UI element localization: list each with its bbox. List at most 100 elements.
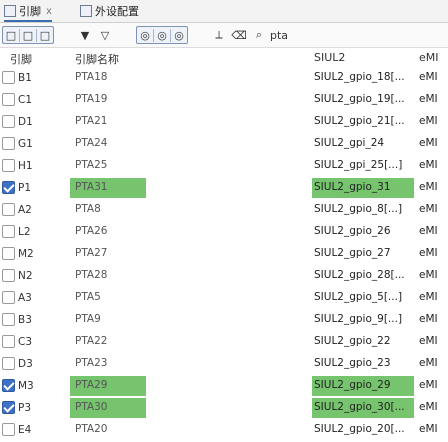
emi-function[interactable]: eMI [419,137,447,149]
table-row[interactable]: P1 PTA31 SIUL2_gpio_31 eMI [0,178,448,200]
emi-function[interactable]: eMI [419,181,447,193]
table-row[interactable]: C1 PTA19 SIUL2_gpio_19[... eMI [0,90,448,112]
pin-checkbox[interactable] [2,71,15,84]
pin-checkbox[interactable] [2,159,15,172]
clear-icon[interactable]: ⌫ [230,26,248,44]
tab-pins[interactable]: 引脚 x [4,2,52,22]
table-row[interactable]: A3 PTA5 SIUL2_gpio_5[...] eMI [0,288,448,310]
emi-function[interactable]: eMI [419,357,447,369]
pin-label: B3 [18,313,32,326]
route-toggle-group[interactable]: ◎ ◎ ◎ [136,26,188,44]
emi-function[interactable]: eMI [419,159,447,171]
pin-label: P3 [18,401,32,414]
pin-checkbox[interactable] [2,379,15,392]
pin-cell: B3 [2,313,42,326]
siul2-function[interactable]: SIUL2_gpio_9[...] [314,313,414,325]
siul2-function[interactable]: SIUL2_gpio_19[... [314,93,414,105]
emi-function[interactable]: eMI [419,269,447,281]
emi-function[interactable]: eMI [419,313,447,325]
table-row[interactable]: A2 PTA8 SIUL2_gpio_8[...] eMI [0,200,448,222]
table-row[interactable]: B3 PTA9 SIUL2_gpio_9[...] eMI [0,310,448,332]
pin-name: PTA23 [75,357,108,369]
siul2-function[interactable]: SIUL2_gpio_23 [314,357,414,369]
pin-name: PTA27 [75,247,108,259]
emi-function[interactable]: eMI [419,71,447,83]
emi-function[interactable]: eMI [419,335,447,347]
pin-name: PTA24 [75,137,108,149]
emi-function[interactable]: eMI [419,423,447,435]
siul2-function[interactable]: SIUL2_gpio_27 [314,247,414,259]
pin-checkbox[interactable] [2,93,15,106]
pin-cell: C1 [2,93,42,106]
close-icon[interactable]: x [46,6,52,17]
table-row[interactable]: G1 PTA24 SIUL2_gpi_24 eMI [0,134,448,156]
pin-checkbox[interactable] [2,313,15,326]
siul2-function[interactable]: SIUL2_gpi_24 [314,137,414,149]
column-pin-name[interactable]: 引脚名称 [75,51,119,67]
siul2-function[interactable]: SIUL2_gpio_29 [314,379,414,391]
column-pin[interactable]: 引脚 [10,51,32,67]
siul2-function[interactable]: SIUL2_gpio_31 [314,181,414,193]
siul2-function[interactable]: SIUL2_gpio_20[... [314,423,414,435]
pin-checkbox[interactable] [2,247,15,260]
siul2-function[interactable]: SIUL2_gpio_28[... [314,269,414,281]
emi-function[interactable]: eMI [419,291,447,303]
pin-name: PTA21 [75,115,108,127]
pin-checkbox[interactable] [2,401,15,414]
siul2-function[interactable]: SIUL2_gpio_26 [314,225,414,237]
siul2-function[interactable]: SIUL2_gpio_22 [314,335,414,347]
table-row[interactable]: L2 PTA26 SIUL2_gpio_26 eMI [0,222,448,244]
pin-checkbox[interactable] [2,115,15,128]
peripheral-icon [80,5,92,17]
emi-function[interactable]: eMI [419,115,447,127]
table-row[interactable]: D1 PTA21 SIUL2_gpio_21[... eMI [0,112,448,134]
pin-checkbox[interactable] [2,137,15,150]
emi-function[interactable]: eMI [419,401,447,413]
emi-function[interactable]: eMI [419,225,447,237]
column-siul2[interactable]: SIUL2 [314,51,345,64]
table-row[interactable]: M2 PTA27 SIUL2_gpio_27 eMI [0,244,448,266]
siul2-function[interactable]: SIUL2_gpi_25[...] [314,159,414,171]
pin-icon[interactable]: ⟂ [210,26,228,44]
siul2-function[interactable]: SIUL2_gpio_8[...] [314,203,414,215]
toolbar: □ □ □ ▼ ▽ ◎ ◎ ◎ ⟂ ⌫ ⌕ pta [0,23,448,48]
table-row[interactable]: H1 PTA25 SIUL2_gpi_25[...] eMI [0,156,448,178]
column-emi[interactable]: eMI [419,51,439,64]
view-toggle-group[interactable]: □ □ □ [2,26,54,44]
pin-table-icon [4,5,16,17]
tab-label: 外设配置 [95,5,139,18]
table-row[interactable]: M3 PTA29 SIUL2_gpio_29 eMI [0,376,448,398]
emi-function[interactable]: eMI [419,247,447,259]
table-row[interactable]: C3 PTA22 SIUL2_gpio_22 eMI [0,332,448,354]
pin-checkbox[interactable] [2,335,15,348]
siul2-function[interactable]: SIUL2_gpio_5[...] [314,291,414,303]
pin-name: PTA30 [75,401,108,413]
siul2-function[interactable]: SIUL2_gpio_21[... [314,115,414,127]
tab-peripheral[interactable]: 外设配置 [80,2,139,20]
emi-function[interactable]: eMI [419,379,447,391]
pin-cell: L2 [2,225,42,238]
pin-checkbox[interactable] [2,357,15,370]
pin-checkbox[interactable] [2,269,15,282]
siul2-function[interactable]: SIUL2_gpio_18[... [314,71,414,83]
table-row[interactable]: B1 PTA18 SIUL2_gpio_18[... eMI [0,68,448,90]
emi-function[interactable]: eMI [419,203,447,215]
pin-cell: M2 [2,247,42,260]
table-row[interactable]: P3 PTA30 SIUL2_gpio_30[... eMI [0,398,448,420]
table-row[interactable]: N2 PTA28 SIUL2_gpio_28[... eMI [0,266,448,288]
table-row[interactable]: D3 PTA23 SIUL2_gpio_23 eMI [0,354,448,376]
pin-checkbox[interactable] [2,225,15,238]
pin-checkbox[interactable] [2,181,15,194]
pin-checkbox[interactable] [2,291,15,304]
filter-clear-icon[interactable]: ▽ [96,26,114,44]
emi-function[interactable]: eMI [419,93,447,105]
pin-label: B1 [18,71,32,84]
pin-name: PTA18 [75,71,108,83]
pin-checkbox[interactable] [2,203,15,216]
siul2-function[interactable]: SIUL2_gpio_30[... [314,401,414,413]
search-input[interactable]: pta [270,26,288,44]
pin-checkbox[interactable] [2,423,15,436]
table-row[interactable]: E4 PTA20 SIUL2_gpio_20[... eMI [0,420,448,442]
filter-icon[interactable]: ▼ [76,26,94,44]
pin-cell: D1 [2,115,42,128]
